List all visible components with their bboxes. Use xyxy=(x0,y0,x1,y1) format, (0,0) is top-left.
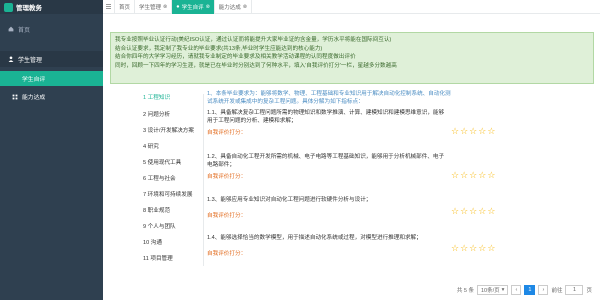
sidebar: 管理教务 首页 学生管理 学生自评 能力达成 xyxy=(0,0,103,300)
requirement-text: 1.3、能够应用专业知识对自动化工程问题进行软硬件分析与设计； xyxy=(207,197,372,203)
pagination: 共 5 条 10条/页 ▾ ‹ 1 › 前往 1 页 xyxy=(103,280,600,300)
main-content: 我专业按照毕业认证行动(美纪ISO认证，通过认证而将能提升大家毕业证的含金量，学… xyxy=(103,14,600,300)
star-rating[interactable]: ☆ ☆ ☆ ☆ ☆ xyxy=(451,207,495,216)
brand: 管理教务 xyxy=(0,0,103,14)
outcome-divider xyxy=(203,94,204,266)
star-icon[interactable]: ☆ xyxy=(451,127,459,136)
star-icon[interactable]: ☆ xyxy=(487,207,495,216)
user-icon xyxy=(8,56,14,62)
star-icon[interactable]: ☆ xyxy=(487,171,495,180)
sidebar-item-label: 能力达成 xyxy=(22,95,46,101)
page-unit-label: 页 xyxy=(586,288,592,294)
star-icon[interactable]: ☆ xyxy=(478,171,486,180)
tab-label: 首页 xyxy=(119,4,131,11)
app-title: 管理教务 xyxy=(16,5,42,12)
page-number-current[interactable]: 1 xyxy=(524,285,536,295)
sidebar-item-label: 首页 xyxy=(18,27,31,34)
prev-page-button[interactable]: ‹ xyxy=(511,285,522,295)
sidebar-item-self-assessment[interactable]: 学生自评 xyxy=(0,71,103,86)
page-size-value: 10条/页 xyxy=(480,288,500,294)
sidebar-item-home[interactable]: 首页 xyxy=(0,21,103,37)
tab-label: 学生自评 xyxy=(181,4,204,11)
star-rating[interactable]: ☆ ☆ ☆ ☆ ☆ xyxy=(451,127,495,136)
star-icon[interactable]: ☆ xyxy=(460,207,468,216)
outcome-item[interactable]: 10 沟通 xyxy=(143,240,162,247)
notice-line: 结合认证要求，我定制了我专业的毕业要求(共13条,毕业时学生应能达到的核心能力) xyxy=(115,45,323,52)
sidebar-item-ability[interactable]: 能力达成 xyxy=(0,89,103,104)
sidebar-group-student-management[interactable]: 学生管理 xyxy=(0,51,103,67)
description-line: 试系统开发或集成中的复杂工程问题。具体分解为如下指标点： xyxy=(207,98,364,105)
outcome-item[interactable]: 4 研究 xyxy=(143,144,159,151)
home-icon xyxy=(8,26,14,32)
notice-line: 我专业按照毕业认证行动(美纪ISO认证，通过认证而将能提升大家毕业证的含金量，学… xyxy=(115,37,392,43)
tab-ability[interactable]: 能力达成 ⊗ xyxy=(215,0,252,14)
tab-home[interactable]: 首页 xyxy=(115,0,136,14)
tab-self-assessment[interactable]: ● 学生自评 ⊗ xyxy=(172,0,215,14)
requirement-description: 1、本条毕业要求为：能够将数学、物理、工程基础和专业知识用于解决自动化控制系统、… xyxy=(207,91,477,106)
star-icon[interactable]: ☆ xyxy=(451,171,459,180)
outcome-item[interactable]: 8 职业规范 xyxy=(143,208,170,215)
outcome-item[interactable]: 3 设计/开发解决方案 xyxy=(143,128,195,135)
page-size-select[interactable]: 10条/页 ▾ xyxy=(476,285,509,295)
star-icon[interactable]: ☆ xyxy=(460,244,468,253)
requirement-text: 1.2、具备自动化工程开发所需的机械、电子电路等工程基础知识，能够用于分析机械部… xyxy=(207,154,445,160)
outcome-item[interactable]: 2 问题分析 xyxy=(143,112,170,119)
notice-box: 我专业按照毕业认证行动(美纪ISO认证，通过认证而将能提升大家毕业证的含金量，学… xyxy=(110,32,594,84)
outcome-item[interactable]: 1 工程知识 xyxy=(143,95,170,102)
dot-icon: ● xyxy=(176,3,180,10)
description-line: 1、本条毕业要求为：能够将数学、物理、工程基础和专业知识用于解决自动化控制系统、… xyxy=(207,91,451,97)
star-icon[interactable]: ☆ xyxy=(469,171,477,180)
requirement-text: 电路部件； xyxy=(207,161,235,168)
next-page-button[interactable]: › xyxy=(538,285,549,295)
outcome-item[interactable]: 5 使用现代工具 xyxy=(143,160,181,167)
outcome-item[interactable]: 7 环境和可持续发展 xyxy=(143,192,192,199)
outcome-item[interactable]: 11 项目管理 xyxy=(143,256,173,263)
star-icon[interactable]: ☆ xyxy=(469,244,477,253)
requirement-text: 用于工程问题的分析、建模和求解； xyxy=(207,117,297,124)
goto-label: 前往 xyxy=(551,288,563,294)
goto-page-input[interactable]: 1 xyxy=(565,285,584,295)
star-icon[interactable]: ☆ xyxy=(451,207,459,216)
star-icon[interactable]: ☆ xyxy=(478,127,486,136)
star-rating[interactable]: ☆ ☆ ☆ ☆ ☆ xyxy=(451,171,495,180)
brand-logo xyxy=(4,2,13,12)
menu-toggle-icon[interactable] xyxy=(103,0,115,14)
sidebar-group-label: 学生管理 xyxy=(18,57,43,64)
grid-icon xyxy=(12,94,18,99)
tab-bar: 首页 学生管理 ⊗ ● 学生自评 ⊗ 能力达成 ⊗ xyxy=(103,0,600,14)
star-icon[interactable]: ☆ xyxy=(487,244,495,253)
requirement-text: 1.1、具备解决复杂工程问题所需的物理知识和数学推演、计算、建模知识和建模思维意… xyxy=(207,110,445,116)
star-icon[interactable]: ☆ xyxy=(469,127,477,136)
close-icon[interactable]: ⊗ xyxy=(206,4,210,10)
star-icon[interactable]: ☆ xyxy=(478,244,486,253)
star-rating[interactable]: ☆ ☆ ☆ ☆ ☆ xyxy=(451,244,495,253)
star-icon[interactable]: ☆ xyxy=(487,127,495,136)
close-icon[interactable]: ⊗ xyxy=(243,4,247,10)
star-icon[interactable]: ☆ xyxy=(460,171,468,180)
star-icon[interactable]: ☆ xyxy=(451,244,459,253)
tab-label: 学生管理 xyxy=(139,4,162,11)
tab-student-management[interactable]: 学生管理 ⊗ xyxy=(135,0,173,14)
outcome-item[interactable]: 9 个人与团队 xyxy=(143,224,176,231)
tab-label: 能力达成 xyxy=(218,4,241,11)
chevron-down-icon: ▾ xyxy=(501,287,505,293)
close-icon[interactable]: ⊗ xyxy=(163,4,167,10)
requirement-text: 1.4、能够选择恰当的数学模型，用于描述自动化系统或过程，对模型进行推理和求解； xyxy=(207,235,422,241)
star-icon[interactable]: ☆ xyxy=(478,207,486,216)
notice-line: 结合你四年的大学学习经历，请就我专业制定的毕业要求及相关教学活动课程的认同程度做… xyxy=(115,54,356,61)
star-icon[interactable]: ☆ xyxy=(460,127,468,136)
outcome-item[interactable]: 6 工程与社会 xyxy=(143,176,176,183)
star-icon[interactable]: ☆ xyxy=(469,207,477,216)
sidebar-item-label: 学生自评 xyxy=(22,77,46,83)
pagination-total: 共 5 条 xyxy=(456,288,474,294)
notice-line: 同时，回顾一下四年的学习生涯，就是已在毕业时分别达到了何种水平，填入'自我评价打… xyxy=(115,62,397,69)
